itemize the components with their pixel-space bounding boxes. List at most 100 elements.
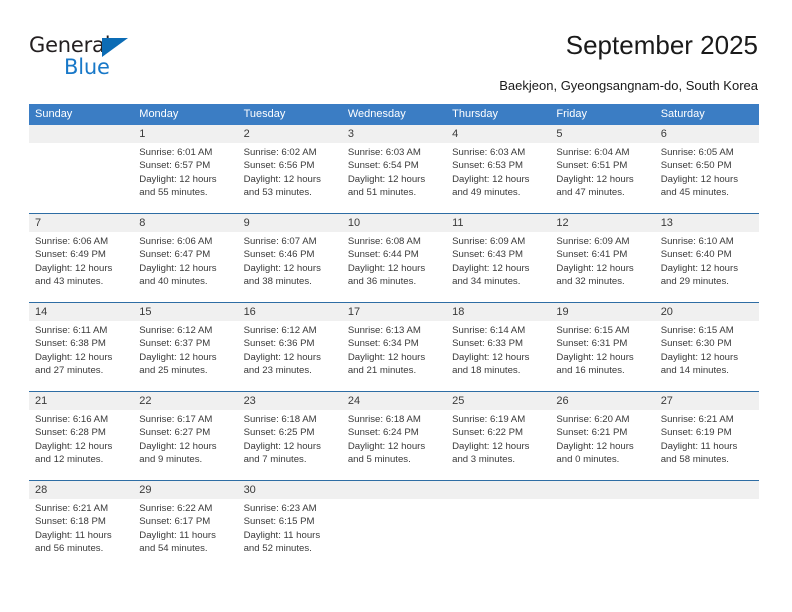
day-number[interactable]: 13 <box>655 214 759 232</box>
day-number[interactable]: 29 <box>133 481 237 499</box>
day-cell[interactable]: Sunrise: 6:08 AM Sunset: 6:44 PM Daylight:… <box>342 232 446 302</box>
day-number[interactable]: 30 <box>238 481 342 499</box>
day-cell[interactable]: Sunrise: 6:14 AM Sunset: 6:33 PM Daylight:… <box>446 321 550 391</box>
day-cell[interactable]: Sunrise: 6:03 AM Sunset: 6:54 PM Daylight:… <box>342 143 446 213</box>
sunset-text: Sunset: 6:40 PM <box>660 249 732 261</box>
day-cell[interactable]: Sunrise: 6:21 AM Sunset: 6:19 PM Daylight:… <box>655 410 759 480</box>
daylight-minutes-text: and 9 minutes. <box>139 454 203 466</box>
daylight-text: Daylight: 12 hours <box>556 440 634 452</box>
page-title: September 2025 <box>565 30 758 60</box>
weekday-header-tuesday: Tuesday <box>243 108 286 120</box>
sunset-text: Sunset: 6:49 PM <box>35 249 106 261</box>
day-cell[interactable]: Sunrise: 6:23 AM Sunset: 6:15 PM Daylight:… <box>238 499 342 569</box>
day-cell[interactable]: Sunrise: 6:04 AM Sunset: 6:51 PM Daylight:… <box>550 143 654 213</box>
day-cell[interactable]: Sunrise: 6:16 AM Sunset: 6:28 PM Daylight:… <box>29 410 133 480</box>
weekday-header-saturday: Saturday <box>660 108 705 120</box>
day-number[interactable]: 28 <box>29 481 133 499</box>
day-cell-empty <box>550 499 654 569</box>
daylight-text: Daylight: 12 hours <box>347 351 426 363</box>
day-cell-empty <box>655 499 759 569</box>
day-number[interactable]: 21 <box>29 392 133 410</box>
weekday-header-wednesday: Wednesday <box>347 108 406 120</box>
day-cell[interactable]: Sunrise: 6:09 AM Sunset: 6:43 PM Daylight:… <box>446 232 550 302</box>
day-cell[interactable]: Sunrise: 6:15 AM Sunset: 6:30 PM Daylight:… <box>655 321 759 391</box>
day-number[interactable]: 14 <box>29 303 133 321</box>
day-cell[interactable]: Sunrise: 6:18 AM Sunset: 6:25 PM Daylight:… <box>238 410 342 480</box>
day-cell[interactable]: Sunrise: 6:21 AM Sunset: 6:18 PM Daylight:… <box>29 499 133 569</box>
daylight-text: Daylight: 11 hours <box>243 529 321 541</box>
day-cell[interactable]: Sunrise: 6:10 AM Sunset: 6:40 PM Daylight:… <box>655 232 759 302</box>
day-cell[interactable]: Sunrise: 6:09 AM Sunset: 6:41 PM Daylight:… <box>550 232 654 302</box>
day-number[interactable]: 23 <box>238 392 342 410</box>
daylight-minutes-text: and 3 minutes. <box>452 454 516 466</box>
sunrise-text: Sunrise: 6:11 AM <box>35 325 108 336</box>
day-number[interactable]: 12 <box>550 214 654 232</box>
daylight-minutes-text: and 36 minutes. <box>347 276 417 288</box>
sunrise-text: Sunrise: 6:20 AM <box>556 414 630 425</box>
day-number[interactable]: 2 <box>238 125 342 143</box>
day-number[interactable]: 3 <box>342 125 446 143</box>
day-number[interactable]: 11 <box>446 214 550 232</box>
day-cell[interactable]: Sunrise: 6:01 AM Sunset: 6:57 PM Daylight:… <box>133 143 237 213</box>
day-cell[interactable]: Sunrise: 6:15 AM Sunset: 6:31 PM Daylight:… <box>550 321 654 391</box>
day-number[interactable]: 15 <box>133 303 237 321</box>
day-cell[interactable]: Sunrise: 6:18 AM Sunset: 6:24 PM Daylight:… <box>342 410 446 480</box>
day-number[interactable]: 1 <box>133 125 237 143</box>
day-number[interactable]: 10 <box>342 214 446 232</box>
daylight-minutes-text: and 53 minutes. <box>243 187 312 199</box>
day-number[interactable]: 22 <box>133 392 237 410</box>
sunrise-text: Sunrise: 6:03 AM <box>452 147 526 158</box>
daylight-minutes-text: and 38 minutes. <box>243 276 312 288</box>
day-number[interactable]: 6 <box>655 125 759 143</box>
day-number[interactable]: 8 <box>133 214 237 232</box>
day-cell[interactable]: Sunrise: 6:22 AM Sunset: 6:17 PM Daylight:… <box>133 499 237 569</box>
daylight-text: Daylight: 12 hours <box>452 173 530 185</box>
day-number[interactable]: 25 <box>446 392 550 410</box>
daylight-text: Daylight: 12 hours <box>139 262 217 274</box>
day-number[interactable]: 19 <box>550 303 654 321</box>
sunset-text: Sunset: 6:15 PM <box>243 516 315 528</box>
sunset-text: Sunset: 6:53 PM <box>452 160 524 172</box>
day-number[interactable]: 9 <box>238 214 342 232</box>
day-number[interactable]: 7 <box>29 214 133 232</box>
sunset-text: Sunset: 6:24 PM <box>347 427 419 439</box>
daylight-minutes-text: and 0 minutes. <box>556 454 620 466</box>
day-cell[interactable]: Sunrise: 6:07 AM Sunset: 6:46 PM Daylight:… <box>238 232 342 302</box>
day-cell[interactable]: Sunrise: 6:06 AM Sunset: 6:47 PM Daylight:… <box>133 232 237 302</box>
day-number[interactable]: 24 <box>342 392 446 410</box>
daylight-minutes-text: and 16 minutes. <box>556 365 625 377</box>
day-cell[interactable]: Sunrise: 6:20 AM Sunset: 6:21 PM Daylight:… <box>550 410 654 480</box>
day-number-empty <box>29 125 133 143</box>
daylight-text: Daylight: 12 hours <box>243 173 321 185</box>
sunrise-text: Sunrise: 6:12 AM <box>243 325 317 336</box>
daylight-minutes-text: and 34 minutes. <box>452 276 521 288</box>
day-number[interactable]: 18 <box>446 303 550 321</box>
daylight-minutes-text: and 40 minutes. <box>139 276 208 288</box>
day-cell[interactable]: Sunrise: 6:11 AM Sunset: 6:38 PM Daylight:… <box>29 321 133 391</box>
daylight-text: Daylight: 11 hours <box>660 440 738 452</box>
page-subtitle-location: Baekjeon, Gyeongsangnam-do, South Korea <box>499 78 758 93</box>
day-number[interactable]: 26 <box>550 392 654 410</box>
day-cell[interactable]: Sunrise: 6:06 AM Sunset: 6:49 PM Daylight:… <box>29 232 133 302</box>
day-number-empty <box>655 481 759 499</box>
day-cell[interactable]: Sunrise: 6:12 AM Sunset: 6:37 PM Daylight:… <box>133 321 237 391</box>
day-number[interactable]: 27 <box>655 392 759 410</box>
day-number[interactable]: 5 <box>550 125 654 143</box>
day-cell[interactable]: Sunrise: 6:13 AM Sunset: 6:34 PM Daylight:… <box>342 321 446 391</box>
day-number[interactable]: 17 <box>342 303 446 321</box>
day-cell[interactable]: Sunrise: 6:02 AM Sunset: 6:56 PM Daylight:… <box>238 143 342 213</box>
daylight-minutes-text: and 52 minutes. <box>243 543 312 555</box>
sunrise-text: Sunrise: 6:18 AM <box>243 414 317 425</box>
daylight-text: Daylight: 11 hours <box>35 529 112 541</box>
day-cell[interactable]: Sunrise: 6:19 AM Sunset: 6:22 PM Daylight:… <box>446 410 550 480</box>
sunrise-text: Sunrise: 6:15 AM <box>660 325 734 336</box>
sunrise-text: Sunrise: 6:05 AM <box>660 147 734 158</box>
day-cell[interactable]: Sunrise: 6:05 AM Sunset: 6:50 PM Daylight:… <box>655 143 759 213</box>
day-cell[interactable]: Sunrise: 6:17 AM Sunset: 6:27 PM Daylight:… <box>133 410 237 480</box>
day-number[interactable]: 4 <box>446 125 550 143</box>
day-cell[interactable]: Sunrise: 6:03 AM Sunset: 6:53 PM Daylight:… <box>446 143 550 213</box>
day-number[interactable]: 20 <box>655 303 759 321</box>
day-number[interactable]: 16 <box>238 303 342 321</box>
daylight-minutes-text: and 27 minutes. <box>35 365 104 377</box>
day-cell[interactable]: Sunrise: 6:12 AM Sunset: 6:36 PM Daylight:… <box>238 321 342 391</box>
